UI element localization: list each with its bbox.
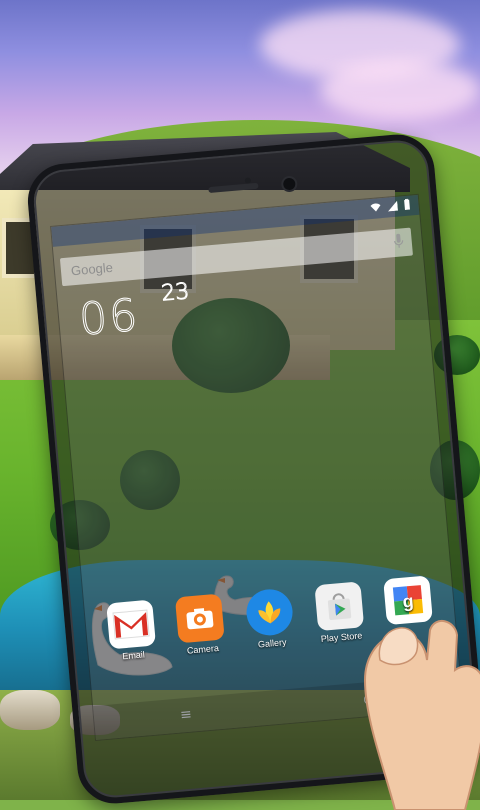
- gmail-icon: [106, 600, 156, 650]
- front-camera: [281, 175, 298, 192]
- mic-icon[interactable]: [393, 233, 404, 250]
- wifi-icon: [369, 202, 382, 213]
- menu-icon[interactable]: ≡: [180, 707, 193, 724]
- signal-icon: [387, 200, 398, 211]
- earpiece-speaker: [208, 183, 258, 193]
- clock-minute: 23: [160, 279, 190, 306]
- clock-hour: 06: [77, 290, 141, 346]
- rock: [0, 690, 60, 730]
- app-email-label: Email: [122, 649, 145, 661]
- search-bar-label: Google: [70, 260, 113, 279]
- app-camera-label: Camera: [187, 643, 220, 656]
- hand-illustration: [355, 600, 480, 810]
- app-gallery-label: Gallery: [258, 637, 287, 649]
- battery-icon: [403, 199, 411, 211]
- camera-icon: [175, 594, 225, 644]
- app-camera[interactable]: Camera: [168, 593, 233, 657]
- cloud: [320, 60, 480, 120]
- gallery-icon: [245, 587, 295, 637]
- app-email[interactable]: Email: [99, 599, 164, 663]
- app-gallery[interactable]: Gallery: [238, 587, 303, 651]
- clock-widget[interactable]: 06 23: [77, 290, 141, 346]
